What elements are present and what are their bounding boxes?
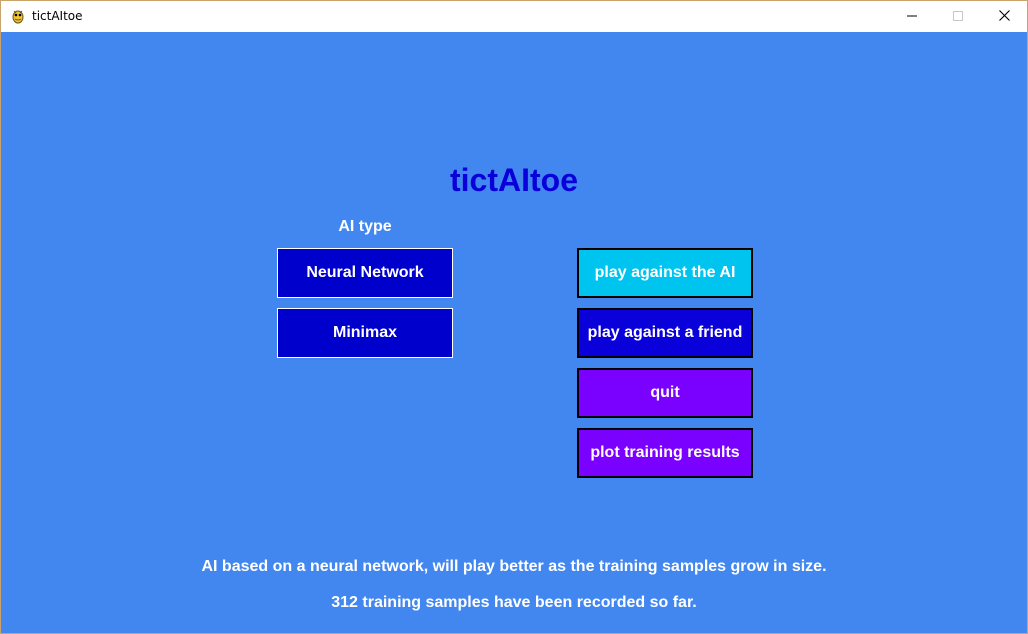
pygame-snake-icon	[10, 8, 26, 24]
game-title: tictAItoe	[450, 162, 578, 198]
minimax-button[interactable]: Minimax	[277, 308, 453, 358]
quit-button[interactable]: quit	[577, 368, 753, 418]
maximize-icon	[953, 8, 963, 26]
plot-training-results-button[interactable]: plot training results	[577, 428, 753, 478]
minimize-icon	[907, 8, 917, 26]
close-icon	[998, 8, 1010, 26]
ai-type-label: AI type	[338, 218, 392, 235]
play-against-ai-button[interactable]: play against the AI	[577, 248, 753, 298]
app-window: tictAItoe tictAItoe AI type Neural Netwo…	[0, 0, 1028, 634]
close-button[interactable]	[981, 1, 1027, 32]
training-samples-text: 312 training samples have been recorded …	[331, 594, 697, 611]
window-title: tictAItoe	[32, 9, 83, 23]
maximize-button	[935, 1, 981, 32]
title-bar[interactable]: tictAItoe	[1, 1, 1027, 32]
game-canvas: tictAItoe AI type Neural Network Minimax…	[1, 32, 1027, 633]
minimize-button[interactable]	[889, 1, 935, 32]
neural-network-button[interactable]: Neural Network	[277, 248, 453, 298]
play-against-friend-button[interactable]: play against a friend	[577, 308, 753, 358]
ai-description-text: AI based on a neural network, will play …	[201, 558, 827, 575]
